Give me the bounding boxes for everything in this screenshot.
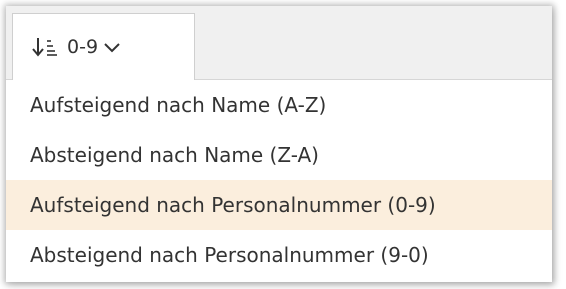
menu-item-label: Absteigend nach Name (Z-A): [30, 143, 319, 167]
sort-option-name-desc[interactable]: Absteigend nach Name (Z-A): [6, 130, 552, 180]
menu-item-label: Aufsteigend nach Name (A-Z): [30, 93, 327, 117]
sort-ascending-icon: [31, 35, 59, 59]
sort-option-name-asc[interactable]: Aufsteigend nach Name (A-Z): [6, 80, 552, 130]
sort-menu: Aufsteigend nach Name (A-Z) Absteigend n…: [6, 80, 552, 280]
sort-option-personalnummer-desc[interactable]: Absteigend nach Personalnummer (9-0): [6, 230, 552, 280]
menu-item-label: Aufsteigend nach Personalnummer (0-9): [30, 193, 436, 217]
sort-dropdown: 0-9 Aufsteigend nach Name (A-Z) Absteige…: [6, 6, 552, 282]
sort-button-label: 0-9: [67, 36, 99, 58]
sort-toolbar: 0-9: [6, 6, 552, 80]
chevron-down-icon: [102, 40, 122, 54]
menu-item-label: Absteigend nach Personalnummer (9-0): [30, 243, 429, 267]
sort-option-personalnummer-asc[interactable]: Aufsteigend nach Personalnummer (0-9): [6, 180, 552, 230]
sort-button[interactable]: 0-9: [12, 13, 195, 80]
